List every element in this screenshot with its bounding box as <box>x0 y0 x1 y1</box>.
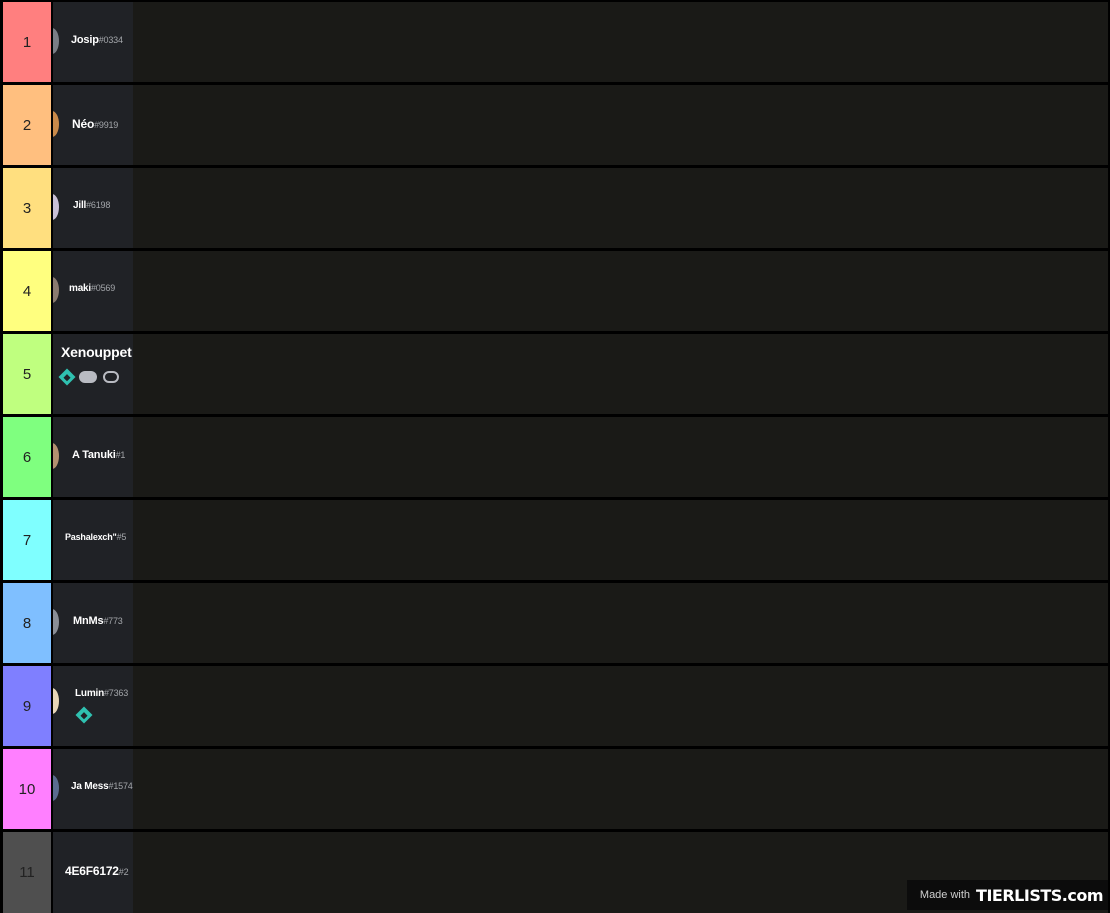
discriminator: #1574 <box>108 781 133 791</box>
tier-label[interactable]: 8 <box>3 583 51 663</box>
user-card[interactable]: Lumin#7363 <box>53 666 133 746</box>
username: maki <box>69 283 91 294</box>
user-card[interactable]: A Tanuki#1 <box>53 417 133 497</box>
discriminator: #773 <box>103 616 123 626</box>
tier-label[interactable]: 11 <box>3 832 51 913</box>
tier-row: 2 Néo#9919 <box>0 85 1110 165</box>
username: Xenouppet <box>61 344 132 360</box>
tier-label[interactable]: 9 <box>3 666 51 746</box>
tier-row: 8 MnMs#773 <box>0 583 1110 663</box>
tier-items[interactable]: Josip#0334 <box>53 2 1108 82</box>
discriminator: #2 <box>118 867 129 877</box>
badge-row <box>75 706 93 724</box>
discriminator: #6198 <box>86 200 111 210</box>
discriminator: #1 <box>115 450 126 460</box>
tier-row: 10 Ja Mess#1574 <box>0 749 1110 829</box>
user-card[interactable]: 4E6F6172#2 <box>53 832 133 913</box>
tier-row: 4 maki#0569 <box>0 251 1110 331</box>
discriminator: #0334 <box>98 35 123 45</box>
tier-row: 7 Pashalexch"#5 <box>0 500 1110 580</box>
avatar <box>53 688 59 714</box>
avatar <box>53 775 59 801</box>
tier-label[interactable]: 4 <box>3 251 51 331</box>
tier-items[interactable]: A Tanuki#1 <box>53 417 1108 497</box>
tier-items[interactable]: Jill#6198 <box>53 168 1108 248</box>
user-card[interactable]: MnMs#773 <box>53 583 133 663</box>
username: Ja Mess <box>71 781 109 792</box>
avatar <box>53 194 59 220</box>
tier-items[interactable]: Xenouppet <box>53 334 1108 414</box>
nitro-boost-badge-icon <box>103 371 119 383</box>
early-supporter-badge-icon <box>79 371 97 383</box>
tierlists-logo: TIERLISTS.com <box>976 885 1103 905</box>
tier-board: 1 Josip#0334 2 Néo#9919 3 Jill#6198 4 ma… <box>0 0 1110 913</box>
tier-items[interactable]: Lumin#7363 <box>53 666 1108 746</box>
tier-label[interactable]: 3 <box>3 168 51 248</box>
avatar <box>53 28 59 54</box>
tier-label[interactable]: 6 <box>3 417 51 497</box>
user-card[interactable]: Jill#6198 <box>53 168 133 248</box>
discriminator: #7363 <box>104 688 129 698</box>
username: Josip <box>71 34 99 46</box>
username: A Tanuki <box>72 449 116 461</box>
tier-items[interactable]: Néo#9919 <box>53 85 1108 165</box>
tier-row: 9 Lumin#7363 <box>0 666 1110 746</box>
username: MnMs <box>73 615 104 627</box>
username: Lumin <box>75 688 104 699</box>
hypesquad-badge-icon <box>75 706 93 724</box>
tier-label[interactable]: 1 <box>3 2 51 82</box>
user-card[interactable]: Ja Mess#1574 <box>53 749 133 829</box>
discriminator: #9919 <box>94 120 119 130</box>
user-card[interactable]: Josip#0334 <box>53 2 133 82</box>
tier-row: 5 Xenouppet <box>0 334 1110 414</box>
user-card[interactable]: Pashalexch"#5 <box>53 500 133 580</box>
tier-label[interactable]: 2 <box>3 85 51 165</box>
tier-label[interactable]: 10 <box>3 749 51 829</box>
username: Jill <box>73 200 87 211</box>
avatar <box>53 111 59 137</box>
discriminator: #0569 <box>91 283 116 293</box>
avatar <box>53 609 59 635</box>
tier-items[interactable]: maki#0569 <box>53 251 1108 331</box>
avatar <box>53 443 59 469</box>
username: Pashalexch" <box>65 532 117 542</box>
hypesquad-badge-icon <box>58 368 76 386</box>
user-card[interactable]: Néo#9919 <box>53 85 133 165</box>
tier-items[interactable]: MnMs#773 <box>53 583 1108 663</box>
tierlists-watermark[interactable]: Made with TIERLISTS.com <box>907 880 1108 910</box>
tier-items[interactable]: Pashalexch"#5 <box>53 500 1108 580</box>
tier-label[interactable]: 7 <box>3 500 51 580</box>
username: 4E6F6172 <box>65 864 119 878</box>
badge-row <box>58 368 119 386</box>
tier-row: 3 Jill#6198 <box>0 168 1110 248</box>
avatar <box>53 277 59 303</box>
user-card[interactable]: maki#0569 <box>53 251 133 331</box>
discriminator: #5 <box>116 532 127 542</box>
tier-row: 1 Josip#0334 <box>0 2 1110 82</box>
tier-items[interactable]: Ja Mess#1574 <box>53 749 1108 829</box>
tier-label[interactable]: 5 <box>3 334 51 414</box>
user-card[interactable]: Xenouppet <box>53 334 133 414</box>
made-with-label: Made with <box>919 889 971 901</box>
tier-row: 6 A Tanuki#1 <box>0 417 1110 497</box>
username: Néo <box>72 117 95 131</box>
